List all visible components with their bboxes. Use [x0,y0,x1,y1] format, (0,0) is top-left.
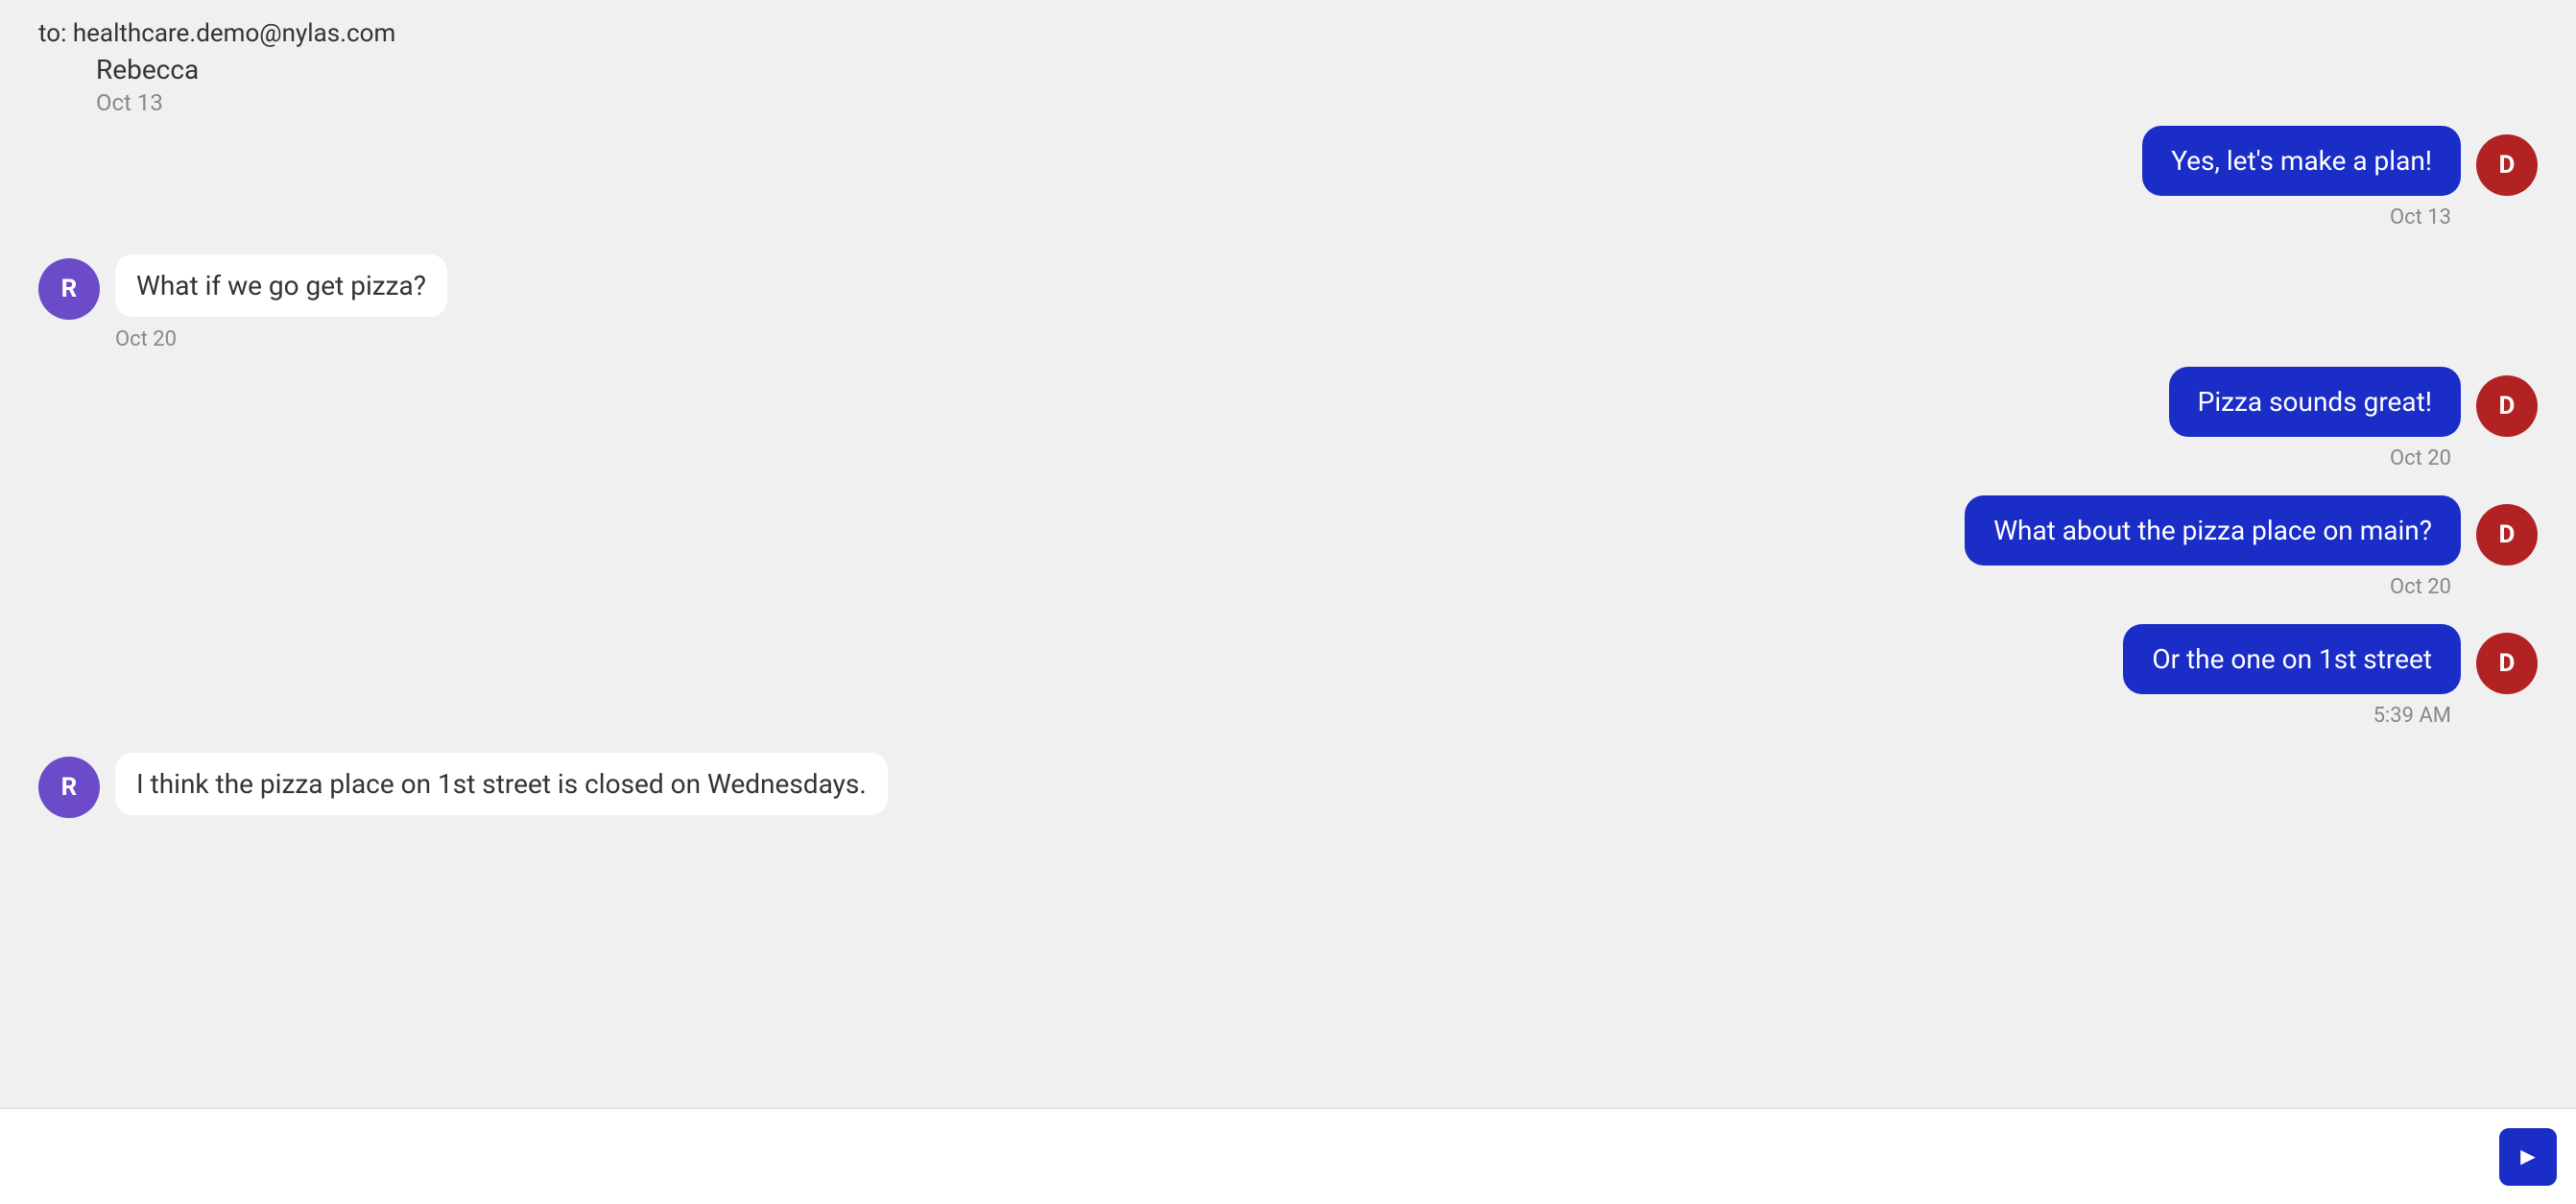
avatar-sent-4: D [2476,633,2538,694]
sent-block-4: Or the one on 1st street D 5:39 AM [38,624,2538,743]
header-date: Oct 13 [96,89,2538,116]
sent-block-3: What about the pizza place on main? D Oc… [38,495,2538,614]
message-sent-1: Yes, let's make a plan! D [2142,126,2538,196]
send-icon: ► [2516,1142,2540,1171]
input-area: ► [0,1108,2576,1204]
avatar-received-1: R [38,258,100,320]
avatar-sent-3: D [2476,504,2538,566]
received-group-2: R I think the pizza place on 1st street … [38,753,2538,818]
message-input[interactable] [19,1132,2488,1182]
header-info: to: healthcare.demo@nylas.com Rebecca Oc… [38,19,2538,116]
bubble-received-2: I think the pizza place on 1st street is… [115,753,888,815]
chat-container: to: healthcare.demo@nylas.com Rebecca Oc… [0,0,2576,1108]
header-sender-name: Rebecca [96,54,2538,85]
message-received-1: R What if we go get pizza? [38,254,2538,320]
message-sent-4: Or the one on 1st street D [2123,624,2538,694]
bubble-sent-1: Yes, let's make a plan! [2142,126,2461,196]
message-sent-2: Pizza sounds great! D [2169,367,2538,437]
send-button[interactable]: ► [2499,1128,2557,1186]
timestamp-received-1: Oct 20 [115,327,2538,351]
message-sent-3: What about the pizza place on main? D [1965,495,2538,566]
sent-block-2: Pizza sounds great! D Oct 20 [38,367,2538,486]
bubble-received-1: What if we go get pizza? [115,254,447,317]
timestamp-sent-4: 5:39 AM [2373,704,2451,728]
header-to: to: healthcare.demo@nylas.com [38,19,2538,48]
received-group-1: R What if we go get pizza? Oct 20 [38,254,2538,351]
message-received-2: R I think the pizza place on 1st street … [38,753,2538,818]
sent-block-1: Yes, let's make a plan! D Oct 13 [38,126,2538,245]
avatar-received-2: R [38,757,100,818]
timestamp-sent-1: Oct 13 [2390,205,2451,229]
bubble-sent-2: Pizza sounds great! [2169,367,2461,437]
bubble-sent-3: What about the pizza place on main? [1965,495,2461,566]
timestamp-sent-2: Oct 20 [2390,446,2451,470]
avatar-sent-2: D [2476,375,2538,437]
bubble-sent-4: Or the one on 1st street [2123,624,2461,694]
avatar-sent-1: D [2476,134,2538,196]
timestamp-sent-3: Oct 20 [2390,575,2451,599]
